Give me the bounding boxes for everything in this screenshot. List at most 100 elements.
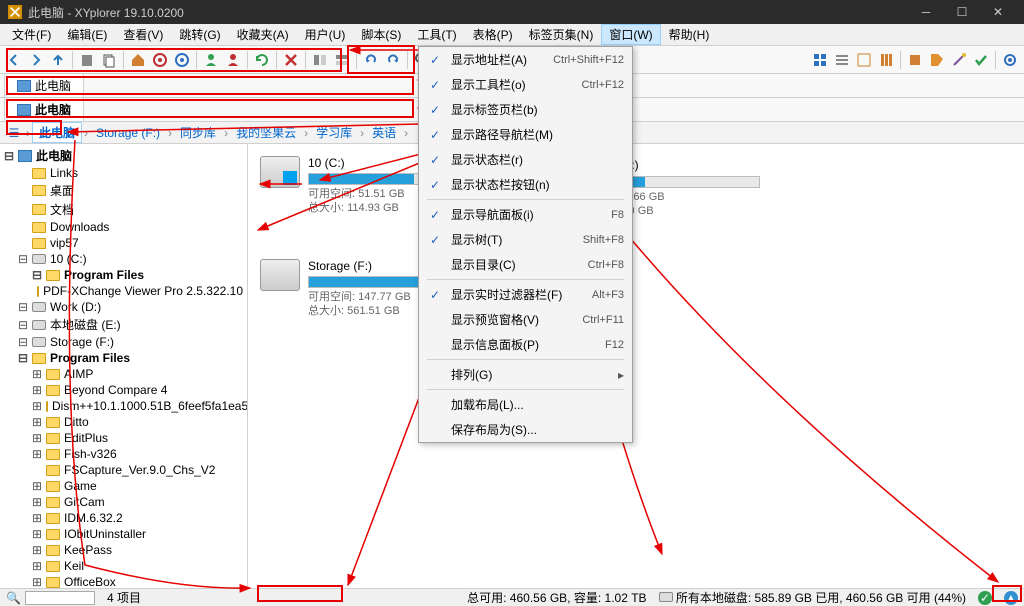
home-button[interactable]	[128, 50, 148, 70]
tree-item[interactable]: ⊞Game	[0, 478, 247, 494]
tool-icon[interactable]	[905, 50, 925, 70]
user-icon[interactable]	[201, 50, 221, 70]
tree-item[interactable]: ⊟Program Files	[0, 267, 247, 283]
view-icons-button[interactable]	[810, 50, 830, 70]
tree-item[interactable]: ⊟Work (D:)	[0, 299, 247, 315]
breadcrumb-item[interactable]: 我的坚果云	[230, 123, 302, 142]
folder-icon	[46, 401, 48, 412]
menu-item[interactable]: ✓ 显示标签页栏(b)	[419, 97, 632, 122]
check-icon: ✓	[427, 128, 443, 142]
menu-6[interactable]: 脚本(S)	[353, 24, 409, 45]
tree-item[interactable]: ⊞IObitUninstaller	[0, 526, 247, 542]
menu-item[interactable]: 排列(G) ▸	[419, 362, 632, 387]
breadcrumb-item[interactable]: 英语	[366, 123, 402, 142]
tab-this-pc-1[interactable]: 此电脑	[4, 73, 84, 97]
wand-icon[interactable]	[949, 50, 969, 70]
menu-11[interactable]: 帮助(H)	[661, 24, 718, 45]
menu-item[interactable]: 加载布局(L)...	[419, 392, 632, 417]
tree-item[interactable]: PDF-XChange Viewer Pro 2.5.322.10	[0, 283, 247, 299]
menu-item[interactable]: 显示信息面板(P) F12	[419, 332, 632, 357]
minimize-button[interactable]: ─	[908, 0, 944, 24]
tree-item[interactable]: ⊟此电脑	[0, 146, 247, 165]
menu-10[interactable]: 窗口(W)	[601, 24, 660, 45]
menu-item[interactable]: ✓ 显示状态栏按钮(n)	[419, 172, 632, 197]
menu-item[interactable]: ✓ 显示路径导航栏(M)	[419, 122, 632, 147]
tree-item[interactable]: ⊞Dism++10.1.1000.51B_6feef5fa1ea53930ecd…	[0, 398, 247, 414]
up-button[interactable]	[48, 50, 68, 70]
tree-item[interactable]: ⊞GitCam	[0, 494, 247, 510]
pane-horizontal-icon[interactable]	[332, 50, 352, 70]
breadcrumb-item[interactable]: Storage (F:)	[90, 125, 166, 141]
tree-item[interactable]: ⊟10 (C:)	[0, 251, 247, 267]
breadcrumb-menu-icon[interactable]: ☰	[4, 123, 24, 143]
menu-1[interactable]: 编辑(E)	[59, 24, 115, 45]
menu-2[interactable]: 查看(V)	[115, 24, 171, 45]
menu-item[interactable]: ✓ 显示状态栏(r)	[419, 147, 632, 172]
menu-0[interactable]: 文件(F)	[4, 24, 59, 45]
status-up-icon[interactable]: ▲	[1004, 591, 1018, 605]
tree-item[interactable]: ⊞EditPlus	[0, 430, 247, 446]
tree-item[interactable]: ⊞Ditto	[0, 414, 247, 430]
menu-3[interactable]: 跳转(G)	[171, 24, 228, 45]
tree-item[interactable]: vip57	[0, 235, 247, 251]
pane-toggle-icon[interactable]	[310, 50, 330, 70]
tree-item[interactable]: ⊞KeePass	[0, 542, 247, 558]
delete-button[interactable]	[281, 50, 301, 70]
tree-item[interactable]: ⊞Fish-v326	[0, 446, 247, 462]
menu-item[interactable]: 显示预览窗格(V) Ctrl+F11	[419, 307, 632, 332]
paste-button[interactable]	[77, 50, 97, 70]
check-icon[interactable]	[971, 50, 991, 70]
maximize-button[interactable]: ☐	[944, 0, 980, 24]
copy-button[interactable]	[99, 50, 119, 70]
tree-item[interactable]: ⊞Beyond Compare 4	[0, 382, 247, 398]
menu-item[interactable]: ✓ 显示工具栏(o) Ctrl+F12	[419, 72, 632, 97]
redo-button[interactable]	[383, 50, 403, 70]
view-details-button[interactable]	[854, 50, 874, 70]
tree-item[interactable]: 文档	[0, 200, 247, 219]
tree-item[interactable]: ⊟Storage (F:)	[0, 334, 247, 350]
menu-7[interactable]: 工具(T)	[409, 24, 464, 45]
refresh-button[interactable]	[252, 50, 272, 70]
forward-button[interactable]	[26, 50, 46, 70]
close-button[interactable]: ✕	[980, 0, 1016, 24]
menu-item[interactable]: 显示目录(C) Ctrl+F8	[419, 252, 632, 277]
folder-tree[interactable]: ⊟此电脑Links桌面文档Downloadsvip57⊟10 (C:)⊟Prog…	[0, 144, 248, 588]
menu-item[interactable]: ✓ 显示实时过滤器栏(F) Alt+F3	[419, 282, 632, 307]
gear-button[interactable]	[1000, 50, 1020, 70]
menu-item[interactable]: 保存布局为(S)...	[419, 417, 632, 442]
menu-5[interactable]: 用户(U)	[297, 24, 354, 45]
tree-item[interactable]: ⊟本地磁盘 (E:)	[0, 315, 247, 334]
tree-item[interactable]: ⊞IDM.6.32.2	[0, 510, 247, 526]
search-icon: 🔍	[6, 591, 21, 605]
tree-item[interactable]: ⊞OfficeBox	[0, 574, 247, 588]
menu-item[interactable]: ✓ 显示导航面板(i) F8	[419, 202, 632, 227]
undo-button[interactable]	[361, 50, 381, 70]
target-icon[interactable]	[150, 50, 170, 70]
tree-item[interactable]: ⊞AIMP	[0, 366, 247, 382]
view-column-button[interactable]	[876, 50, 896, 70]
tab-this-pc-2[interactable]: 此电脑	[4, 97, 84, 121]
menu-item[interactable]: ✓ 显示树(T) Shift+F8	[419, 227, 632, 252]
breadcrumb-item[interactable]: 同步库	[174, 123, 222, 142]
breadcrumb-item[interactable]: 此电脑	[32, 122, 82, 143]
back-button[interactable]	[4, 50, 24, 70]
view-list-button[interactable]	[832, 50, 852, 70]
tree-item[interactable]: 桌面	[0, 181, 247, 200]
tree-item[interactable]: ⊟Program Files	[0, 350, 247, 366]
menu-item[interactable]: ✓ 显示地址栏(A) Ctrl+Shift+F12	[419, 47, 632, 72]
tree-item[interactable]: Downloads	[0, 219, 247, 235]
tree-item[interactable]: ⊞Keil	[0, 558, 247, 574]
status-search[interactable]: 🔍	[6, 591, 95, 605]
tag-icon[interactable]	[927, 50, 947, 70]
menu-8[interactable]: 表格(P)	[465, 24, 521, 45]
status-search-input[interactable]	[25, 591, 95, 605]
status-ok-icon[interactable]: ✓	[978, 591, 992, 605]
menu-4[interactable]: 收藏夹(A)	[229, 24, 297, 45]
menu-9[interactable]: 标签页集(N)	[521, 24, 602, 45]
tree-item[interactable]: FSCapture_Ver.9.0_Chs_V2	[0, 462, 247, 478]
tree-item[interactable]: Links	[0, 165, 247, 181]
user2-icon[interactable]	[223, 50, 243, 70]
content-pane[interactable]: 10 (C:) 可用空间: 51.51 GB 总大小: 114.93 GB 本地…	[248, 144, 1024, 588]
target2-icon[interactable]	[172, 50, 192, 70]
breadcrumb-item[interactable]: 学习库	[310, 123, 358, 142]
